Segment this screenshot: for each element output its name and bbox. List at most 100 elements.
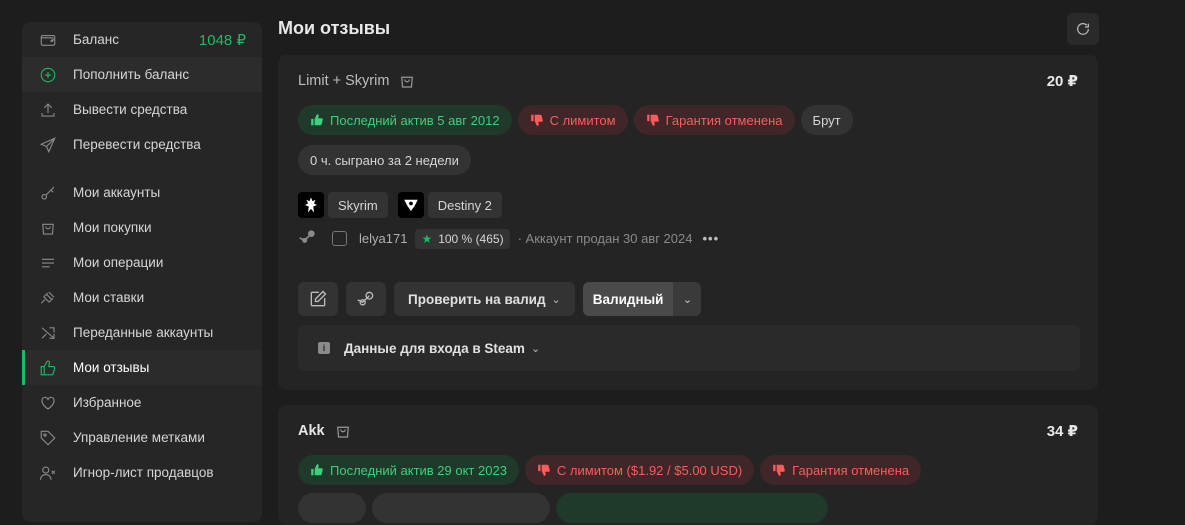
chevron-down-icon: ⌄ (530, 342, 541, 355)
tag-text: С лимитом (549, 112, 616, 128)
tag-row (298, 493, 828, 523)
balance-amount: 1048 ₽ (198, 31, 246, 49)
sidebar-item-ignore-list[interactable]: Игнор-лист продавцов (22, 455, 262, 490)
refresh-icon (1077, 23, 1089, 35)
tag-text: С лимитом ($1.92 / $5.00 USD) (556, 462, 743, 478)
sidebar-item-reviews[interactable]: Мои отзывы (22, 350, 262, 385)
price: 34 ₽ (1046, 423, 1078, 440)
valid-status-dropdown[interactable]: Валидный ⌄ (582, 282, 702, 316)
seller-name[interactable]: lelya171 (359, 231, 407, 246)
sidebar-item-label: Перевести средства (73, 137, 201, 152)
seller-rating: ★ 100 % (465) (415, 228, 510, 249)
guarantee-tag: Гарантия отменена (633, 105, 795, 135)
sidebar-item-favorites[interactable]: Избранное (22, 385, 262, 420)
tag-text: 0 ч. сыграно за 2 недели (310, 152, 459, 168)
seller-row: lelya171 ★ 100 % (465) · Аккаунт продан 3… (298, 227, 719, 250)
sidebar-item-label: Игнор-лист продавцов (73, 465, 214, 480)
sidebar-item-topup[interactable]: Пополнить баланс (22, 57, 262, 92)
tag-partial (556, 493, 828, 523)
refresh-button[interactable] (1067, 13, 1099, 45)
thumbs-up-icon (310, 463, 324, 477)
shuffle-icon (38, 323, 58, 343)
sidebar-item-label: Баланс (73, 32, 119, 47)
review-card: Limit + Skyrim 20 ₽ Последний актив 5 ав… (278, 55, 1098, 390)
list-icon (38, 253, 58, 273)
guarantee-tag: Гарантия отменена (760, 455, 922, 485)
steam-icon (357, 291, 374, 306)
brute-tag: Брут (800, 105, 853, 135)
limit-tag: С лимитом (517, 105, 628, 135)
sidebar-item-my-accounts[interactable]: Мои аккаунты (22, 175, 262, 210)
game-name: Destiny 2 (427, 192, 502, 218)
bag-icon (398, 72, 416, 90)
bag-icon (334, 422, 352, 440)
sidebar-item-transferred[interactable]: Переданные аккаунты (22, 315, 262, 350)
sidebar-item-label: Пополнить баланс (73, 67, 190, 82)
sidebar-item-operations[interactable]: Мои операции (22, 245, 262, 280)
edit-review-button[interactable] (298, 282, 338, 316)
thumbs-down-icon (646, 113, 660, 127)
sidebar-item-label: Переданные аккаунты (73, 325, 214, 340)
tag-partial (372, 493, 550, 523)
sidebar-item-label: Мои ставки (73, 290, 145, 305)
info-icon: i (318, 342, 330, 354)
tag-partial (298, 493, 366, 523)
more-options-button[interactable]: ••• (702, 231, 719, 246)
thumbs-down-icon (530, 113, 544, 127)
bag-icon (38, 218, 58, 238)
thumbs-up-icon (310, 113, 324, 127)
limit-tag: С лимитом ($1.92 / $5.00 USD) (524, 455, 755, 485)
star-icon: ★ (421, 231, 433, 246)
login-label: Данные для входа в Steam (344, 340, 525, 356)
sidebar-item-bids[interactable]: Мои ставки (22, 280, 262, 315)
action-bar: Проверить на валид ⌄ Валидный ⌄ (298, 282, 702, 316)
check-valid-button[interactable]: Проверить на валид ⌄ (394, 282, 575, 316)
sidebar-item-label: Мои аккаунты (73, 185, 161, 200)
sidebar-item-label: Мои покупки (73, 220, 152, 235)
tag-text: Гарантия отменена (665, 112, 783, 128)
game-name: Skyrim (328, 192, 388, 218)
card-title[interactable]: Limit + Skyrim (298, 72, 416, 90)
upload-icon (38, 100, 58, 120)
sidebar-item-withdraw[interactable]: Вывести средства (22, 92, 262, 127)
tag-text: Брут (812, 112, 841, 128)
last-active-tag: Последний актив 29 окт 2023 (298, 455, 519, 485)
card-title-text: Akk (298, 423, 325, 439)
steam-button[interactable] (346, 282, 386, 316)
chevron-down-icon[interactable]: ⌄ (673, 282, 702, 316)
sidebar-item-tags[interactable]: Управление метками (22, 420, 262, 455)
edit-icon (310, 290, 327, 307)
sidebar-item-label: Мои отзывы (73, 360, 150, 375)
skyrim-icon (298, 192, 324, 218)
sidebar-item-balance[interactable]: Баланс 1048 ₽ (22, 22, 262, 57)
steam-icon (298, 227, 318, 250)
tag-text: Последний актив 29 окт 2023 (330, 462, 507, 478)
chevron-down-icon: ⌄ (551, 293, 561, 306)
heart-icon (38, 393, 58, 413)
sidebar: Баланс 1048 ₽ Пополнить баланс Вывести с… (22, 22, 262, 522)
page-title: Мои отзывы (278, 18, 391, 38)
thumbs-down-icon (772, 463, 786, 477)
sidebar-item-purchases[interactable]: Мои покупки (22, 210, 262, 245)
sidebar-item-label: Управление метками (73, 430, 205, 445)
sidebar-item-label: Мои операции (73, 255, 164, 270)
select-checkbox[interactable] (332, 231, 347, 246)
valid-status-button[interactable]: Валидный (582, 282, 674, 316)
card-title[interactable]: Akk (298, 422, 352, 440)
button-label: Проверить на валид (408, 291, 546, 307)
rating-text: 100 % (465) (438, 231, 504, 246)
thumbs-down-icon (537, 463, 551, 477)
tag-row: Последний актив 5 авг 2012 С лимитом Гар… (298, 105, 853, 135)
plus-circle-icon (38, 65, 58, 85)
tag-row: Последний актив 29 окт 2023 С лимитом ($… (298, 455, 922, 485)
games-list: Skyrim Destiny 2 (298, 192, 508, 218)
destiny-icon (397, 192, 424, 218)
tag-row: 0 ч. сыграно за 2 недели (298, 145, 471, 175)
tag-text: Гарантия отменена (792, 462, 910, 478)
sidebar-item-transfer[interactable]: Перевести средства (22, 127, 262, 162)
steam-login-data-toggle[interactable]: i Данные для входа в Steam ⌄ (298, 325, 1080, 371)
last-active-tag: Последний актив 5 авг 2012 (298, 105, 512, 135)
user-x-icon (38, 463, 58, 483)
sidebar-item-label: Вывести средства (73, 102, 188, 117)
tag-icon (38, 428, 58, 448)
